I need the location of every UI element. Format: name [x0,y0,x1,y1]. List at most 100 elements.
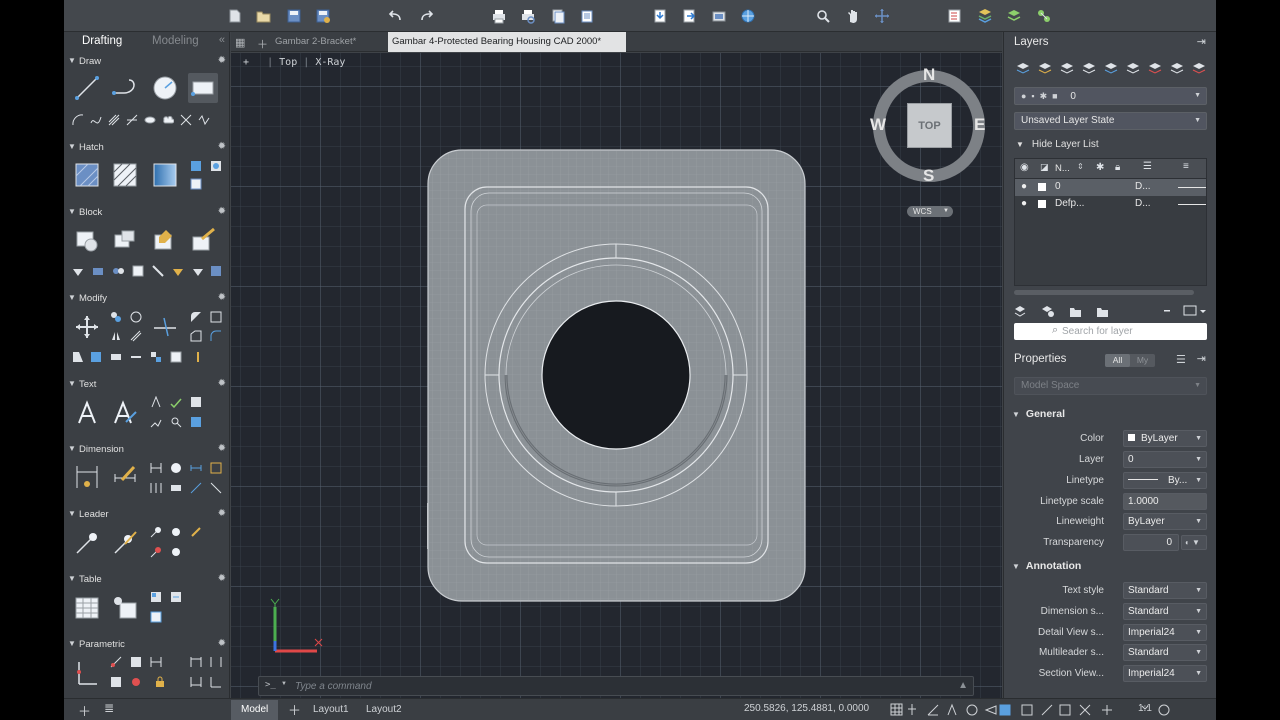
trim-tool[interactable] [150,312,180,342]
text-style-dropdown[interactable]: Standard ▼ [1123,582,1207,599]
gear-icon[interactable]: ✹ [218,378,226,389]
find-text-icon[interactable] [170,416,182,428]
gear-icon[interactable]: ✹ [218,573,226,584]
layer-row[interactable]: ● 0 D... [1015,179,1206,196]
plugin-icon[interactable] [1036,8,1052,24]
add-icon[interactable]: ＋ [78,701,91,720]
visible-dot-icon[interactable]: ● [1021,181,1027,192]
create-block-tool[interactable] [110,225,140,255]
xline-tool[interactable] [126,114,138,126]
insert-block-tool[interactable] [72,225,102,255]
new-tab-icon[interactable]: ＋ [257,36,268,52]
text-small-1[interactable] [150,396,162,408]
stretch-tool[interactable] [190,330,202,342]
open-icon[interactable] [256,8,272,24]
new-layout-icon[interactable]: ＋ [288,700,301,719]
leader-edit-tool[interactable] [110,528,140,558]
lock-icon[interactable] [154,676,166,688]
undo-icon[interactable] [388,8,404,24]
linetype-dropdown[interactable]: By... ▼ [1123,472,1207,489]
block-small-4[interactable] [132,265,144,277]
tab-model[interactable]: Model [231,700,279,720]
batch-plot-icon[interactable] [579,8,595,24]
block-small-1[interactable] [72,265,84,277]
name-column-header[interactable]: N... [1055,163,1070,174]
modify-small-2[interactable] [90,351,102,363]
current-layer-dropdown[interactable]: ● ▪ ✱ ■ 0 ▼ [1014,87,1207,105]
modify-small-4[interactable] [130,351,142,363]
publish-icon[interactable] [550,8,566,24]
attribute-tool[interactable] [188,225,218,255]
text-small-3[interactable] [190,396,202,408]
plot-preview-icon[interactable] [520,8,536,24]
gear-icon[interactable]: ✹ [218,141,226,152]
section-leader[interactable]: ▼ Leader ✹ [64,508,229,522]
pan-icon[interactable] [845,8,861,24]
chevron-down-icon[interactable]: ▼ [281,681,287,687]
status-toggle-icons[interactable] [890,703,1210,717]
lineweight-column-icon[interactable]: ≡ [1183,161,1189,172]
scroll-up-icon[interactable]: ▲ [958,680,968,691]
layer-search-input[interactable] [1062,324,1192,338]
table-small-1[interactable] [150,591,162,603]
section-modify[interactable]: ▼ Modify ✹ [64,292,229,306]
annotation-scale[interactable]: 1:1 [1138,703,1152,714]
annotation-group-header[interactable]: ▼ Annotation [1012,560,1081,572]
layer-dropdown[interactable]: 0 ▼ [1123,451,1207,468]
viewcube-south[interactable]: S [923,166,934,186]
gear-icon[interactable]: ✹ [218,443,226,454]
wcs-menu[interactable]: WCS ▼ [907,206,953,217]
visible-dot-icon[interactable]: ● [1021,198,1027,209]
gear-icon[interactable]: ✹ [218,55,226,66]
param-small-5[interactable] [210,656,222,668]
orbit-icon[interactable] [874,8,890,24]
grid-view-icon[interactable]: ▦ [235,36,245,49]
gear-icon[interactable]: ✹ [218,206,226,217]
new-icon[interactable] [227,8,243,24]
modify-small-1[interactable] [72,351,84,363]
linear-dimension-tool[interactable] [72,462,102,492]
detail-view-style-dropdown[interactable]: Imperial24 ▼ [1123,624,1207,641]
freeze-column-icon[interactable]: ✱ [1096,162,1104,173]
layer-table-scrollbar[interactable] [1014,290,1194,295]
scale-tool[interactable] [210,330,222,342]
command-input[interactable] [295,678,935,694]
color-dropdown[interactable]: ByLayer ▼ [1123,430,1207,447]
spline-tool[interactable] [90,114,102,126]
hatch-pattern-tool[interactable] [110,160,140,190]
multiline-text-icon[interactable] [72,398,102,428]
collapse-palette-icon[interactable]: « [219,34,225,46]
wipeout-tool[interactable] [190,178,202,190]
move-tool[interactable] [72,312,102,342]
param-small-6[interactable] [110,676,122,688]
construction-tool[interactable] [180,114,192,126]
leader-small-1[interactable] [150,526,162,538]
doc-tab-bracket[interactable]: Gambar 2-Bracket* [271,32,360,52]
dim-small-2[interactable] [170,462,182,474]
modify-small-6[interactable] [170,351,182,363]
dim-small-3[interactable] [190,462,202,474]
layer-search-box[interactable]: ⌕ [1014,323,1207,340]
viewcube-west[interactable]: W [870,115,886,135]
param-small-1[interactable] [110,656,122,668]
layer-icon[interactable] [977,8,993,24]
param-small-4[interactable] [190,656,202,668]
tab-layout2[interactable]: Layout2 [356,700,412,720]
import-icon[interactable] [652,8,668,24]
hatch-tool[interactable] [72,160,102,190]
layer-tools-icons[interactable] [1014,60,1209,76]
leader-small-3[interactable] [190,526,202,538]
chamfer-tool[interactable] [210,311,222,323]
section-text[interactable]: ▼ Text ✹ [64,378,229,392]
lineweight-dropdown[interactable]: ByLayer ▼ [1123,513,1207,530]
viewcube-east[interactable]: E [974,115,985,135]
fillet-tool[interactable] [190,311,202,323]
section-table[interactable]: ▼ Table ✹ [64,573,229,587]
multileader-tool[interactable] [72,528,102,558]
data-link-tool[interactable] [110,593,140,623]
section-view-style-dropdown[interactable]: Imperial24 ▼ [1123,665,1207,682]
block-small-5[interactable] [152,265,164,277]
filter-all-option[interactable]: All [1105,354,1130,367]
linetype-column-icon[interactable]: ☰ [1143,161,1152,172]
section-block[interactable]: ▼ Block ✹ [64,206,229,220]
